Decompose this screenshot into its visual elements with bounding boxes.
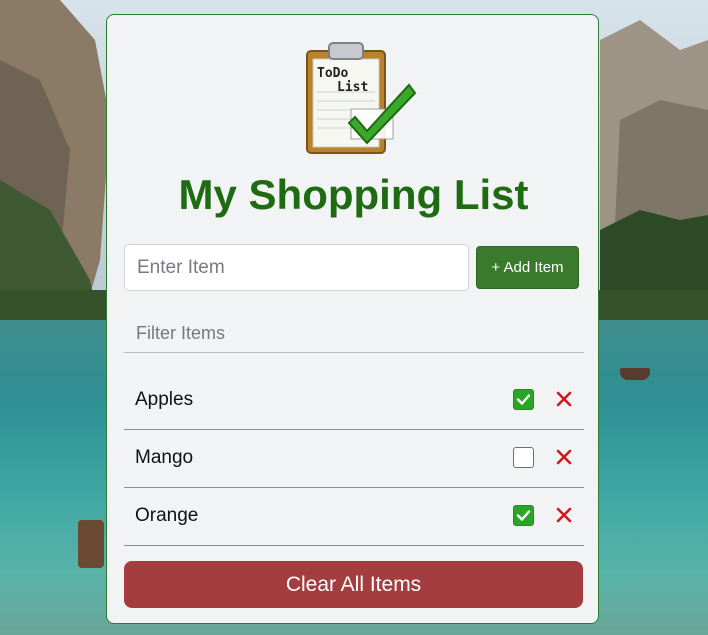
logo-text-list: List	[337, 80, 368, 95]
item-input[interactable]	[124, 244, 469, 291]
item-checkbox-checked[interactable]	[513, 389, 534, 410]
delete-x-icon[interactable]	[554, 447, 574, 467]
app-root: ToDo List My Shopping List + Add Item Ap…	[0, 0, 708, 635]
background-boat	[620, 368, 650, 380]
item-label: Orange	[135, 505, 199, 526]
page-title: My Shopping List	[178, 171, 529, 218]
list-item: Mango	[124, 430, 584, 488]
add-item-button[interactable]: + Add Item	[476, 246, 579, 289]
shopping-list-card: ToDo List My Shopping List + Add Item Ap…	[106, 14, 599, 624]
delete-x-icon[interactable]	[554, 389, 574, 409]
clear-all-button[interactable]: Clear All Items	[124, 561, 583, 608]
list-item: Orange	[124, 488, 584, 546]
item-checkbox-unchecked[interactable]	[513, 447, 534, 468]
item-checkbox-checked[interactable]	[513, 505, 534, 526]
delete-x-icon[interactable]	[554, 505, 574, 525]
item-label: Mango	[135, 447, 194, 468]
checkmark-icon	[516, 394, 531, 405]
background-dock-boat	[78, 520, 104, 568]
clipboard-checkmark-logo: ToDo List	[306, 42, 417, 154]
item-label: Apples	[135, 389, 194, 410]
filter-input[interactable]	[124, 315, 584, 353]
item-list: Apples Mango Orange	[124, 372, 584, 546]
checkmark-icon	[516, 510, 531, 521]
list-item: Apples	[124, 372, 584, 430]
logo-text-todo: ToDo	[317, 66, 348, 81]
